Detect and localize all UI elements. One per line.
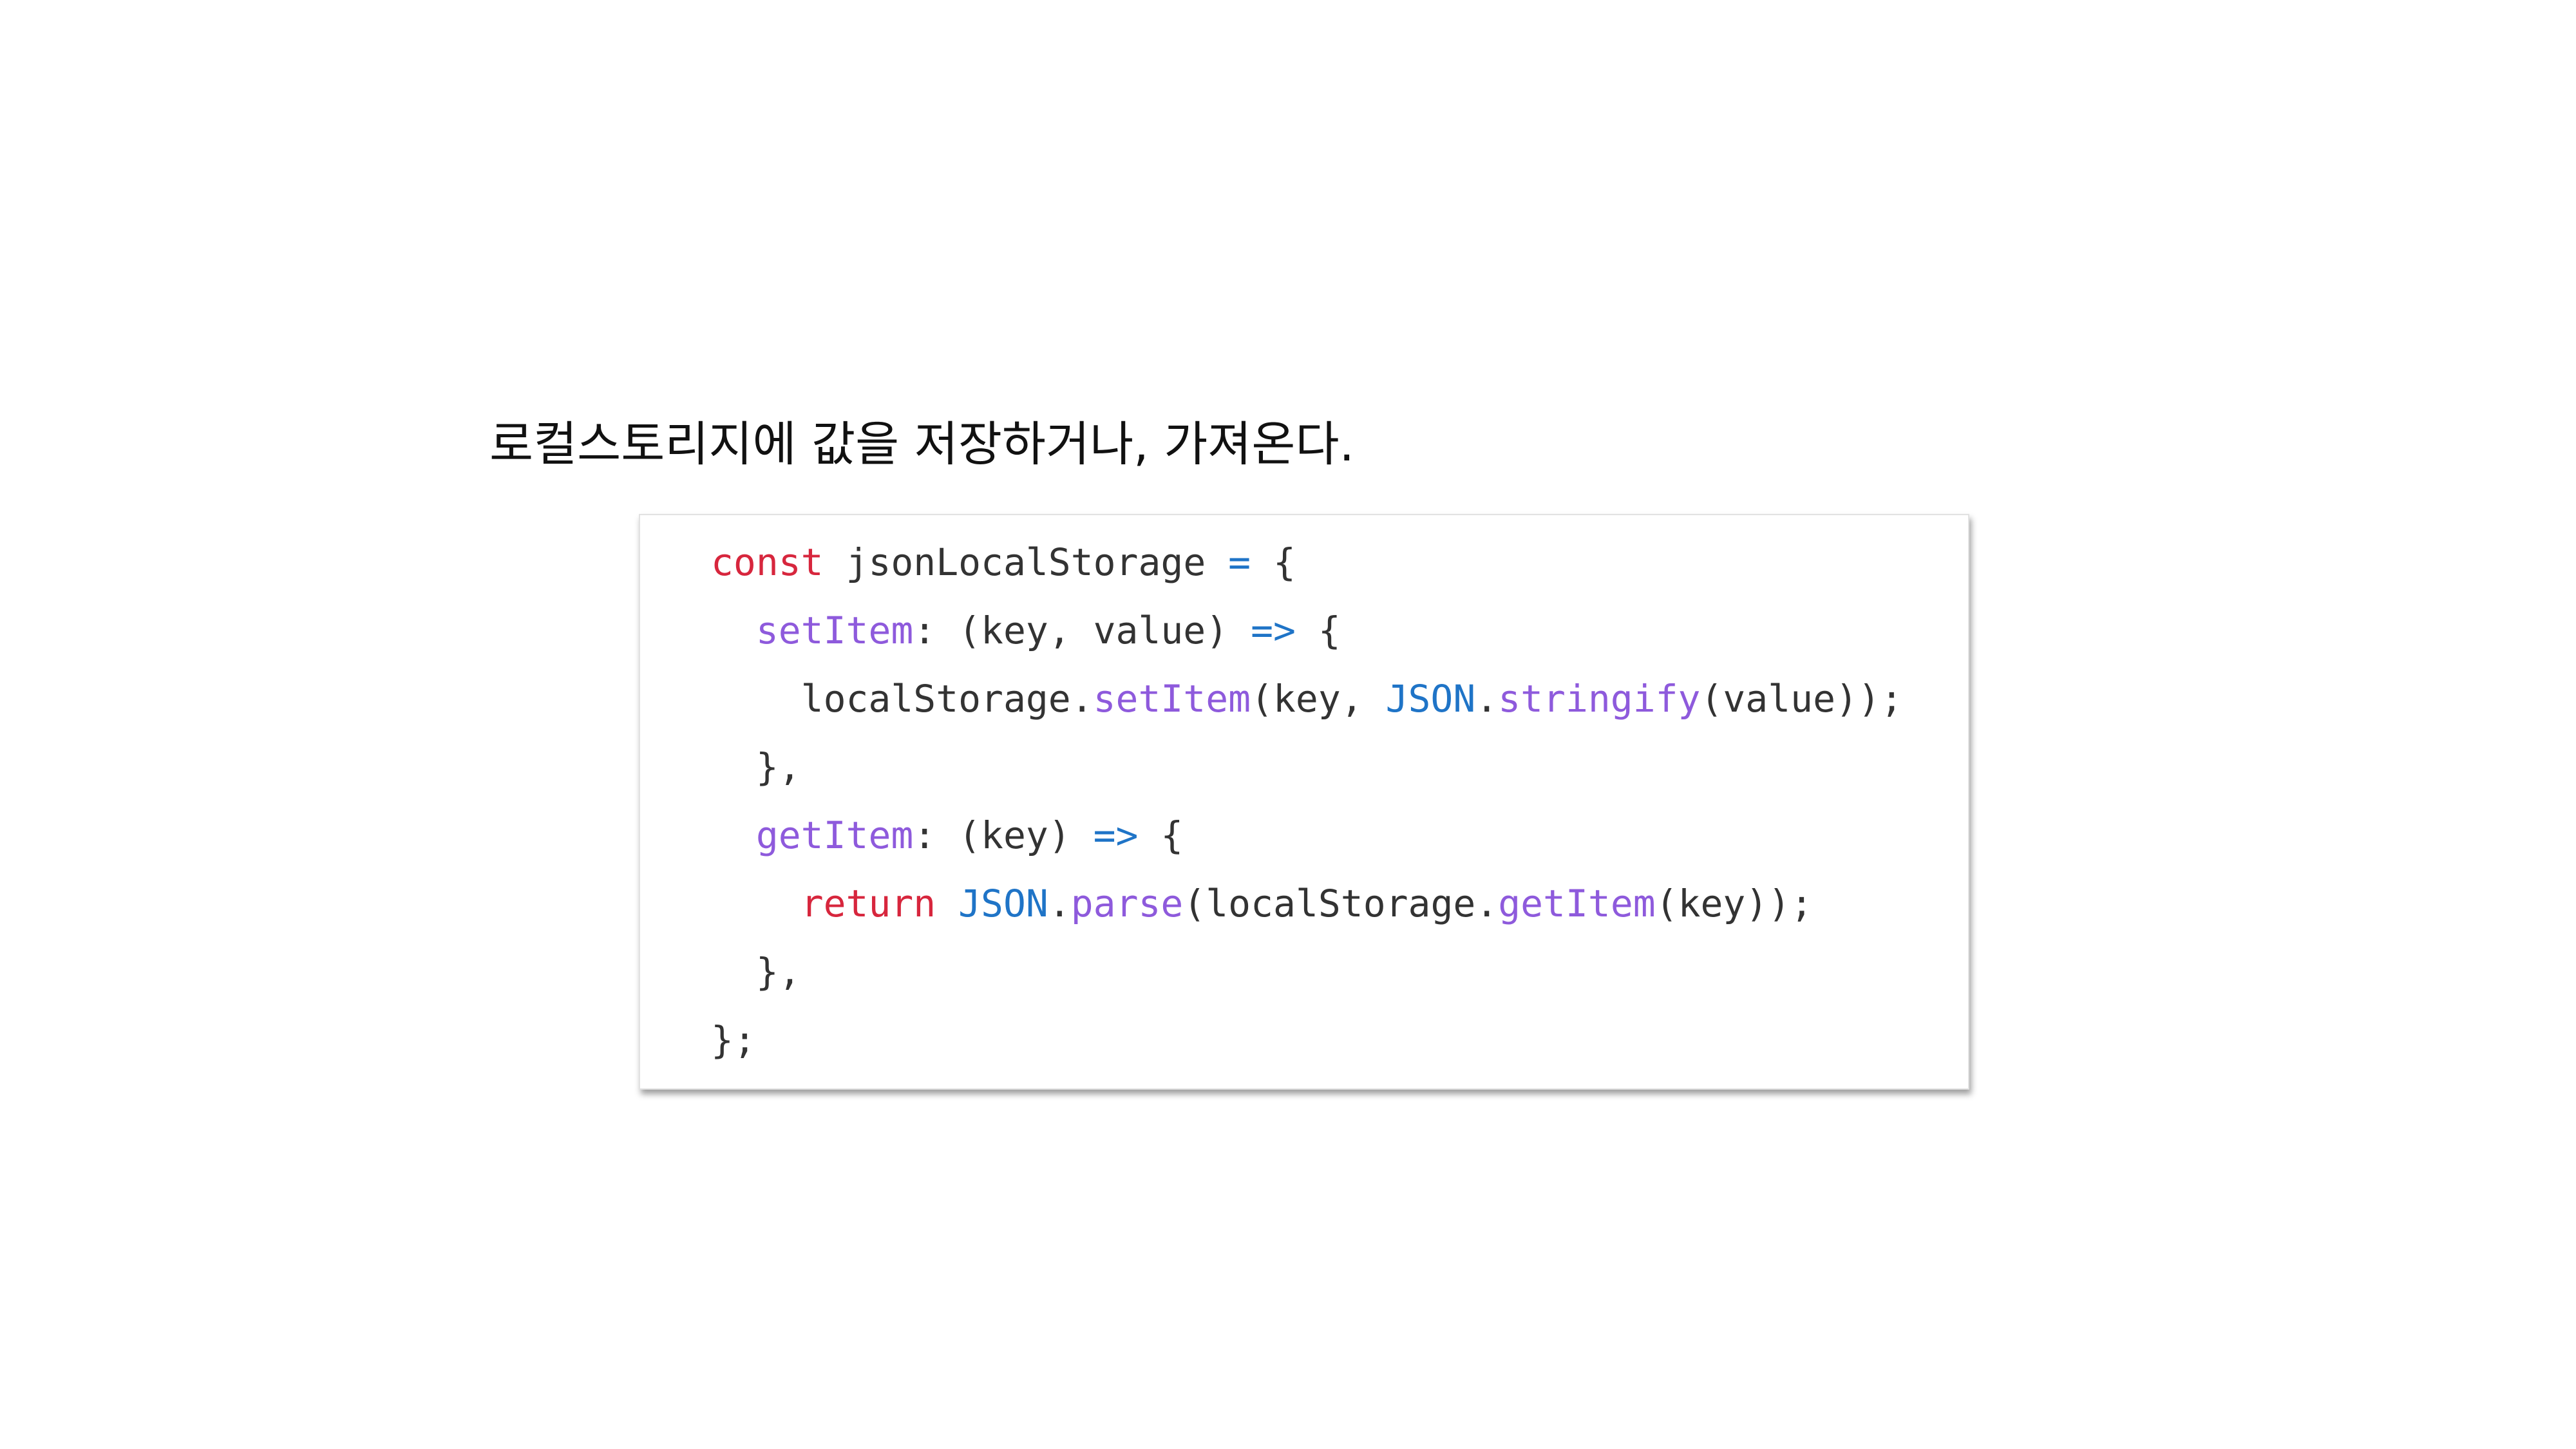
code-identifier-token: jsonLocalStorage xyxy=(823,540,1229,584)
code-line: const jsonLocalStorage = { xyxy=(711,528,1903,596)
code-method-token: parse xyxy=(1070,882,1184,925)
code-indent-token xyxy=(711,609,756,652)
code-method-token: setItem xyxy=(1093,677,1251,721)
code-keyword-token: const xyxy=(711,540,824,584)
code-indent-token xyxy=(711,813,756,857)
code-punctuation-token: . xyxy=(1475,677,1499,721)
code-line: setItem: (key, value) => { xyxy=(711,596,1903,665)
code-punctuation-token: }; xyxy=(711,1018,756,1062)
code-method-token: getItem xyxy=(1498,882,1656,925)
code-listing: const jsonLocalStorage = { setItem: (key… xyxy=(711,528,1903,1074)
code-punctuation-token: { xyxy=(1295,609,1341,652)
code-line: localStorage.setItem(key, JSON.stringify… xyxy=(711,665,1903,733)
code-arguments-token: (key)); xyxy=(1655,882,1814,925)
code-operator-token: = xyxy=(1228,540,1251,584)
code-operator-token: => xyxy=(1093,813,1139,857)
code-line: return JSON.parse(localStorage.getItem(k… xyxy=(711,869,1903,938)
code-identifier-token: localStorage. xyxy=(711,677,1094,721)
code-parameters-token: : (key, value) xyxy=(913,609,1251,652)
code-punctuation-token: . xyxy=(1048,882,1071,925)
code-indent-token xyxy=(711,882,801,925)
code-builtin-token: JSON xyxy=(1385,677,1476,721)
code-punctuation-token: }, xyxy=(711,745,801,789)
code-builtin-token: JSON xyxy=(958,882,1048,925)
code-line: getItem: (key) => { xyxy=(711,801,1903,869)
code-line: }, xyxy=(711,938,1903,1006)
code-arguments-token: (value)); xyxy=(1700,677,1903,721)
page-heading: 로컬스토리지에 값을 저장하거나, 가져온다. xyxy=(489,417,1355,472)
code-block: const jsonLocalStorage = { setItem: (key… xyxy=(639,514,1969,1090)
code-line: }, xyxy=(711,733,1903,801)
code-parameters-token: : (key) xyxy=(913,813,1094,857)
code-method-token: stringify xyxy=(1498,677,1701,721)
code-property-token: getItem xyxy=(755,813,914,857)
code-keyword-token: return xyxy=(800,882,936,925)
code-punctuation-token: { xyxy=(1251,540,1296,584)
code-line: }; xyxy=(711,1006,1903,1074)
code-arguments-token: (key, xyxy=(1251,677,1386,721)
code-space-token xyxy=(936,882,958,925)
code-property-token: setItem xyxy=(755,609,914,652)
code-punctuation-token: }, xyxy=(711,950,801,994)
code-punctuation-token: { xyxy=(1138,813,1184,857)
code-arguments-token: (localStorage. xyxy=(1183,882,1499,925)
code-operator-token: => xyxy=(1251,609,1296,652)
